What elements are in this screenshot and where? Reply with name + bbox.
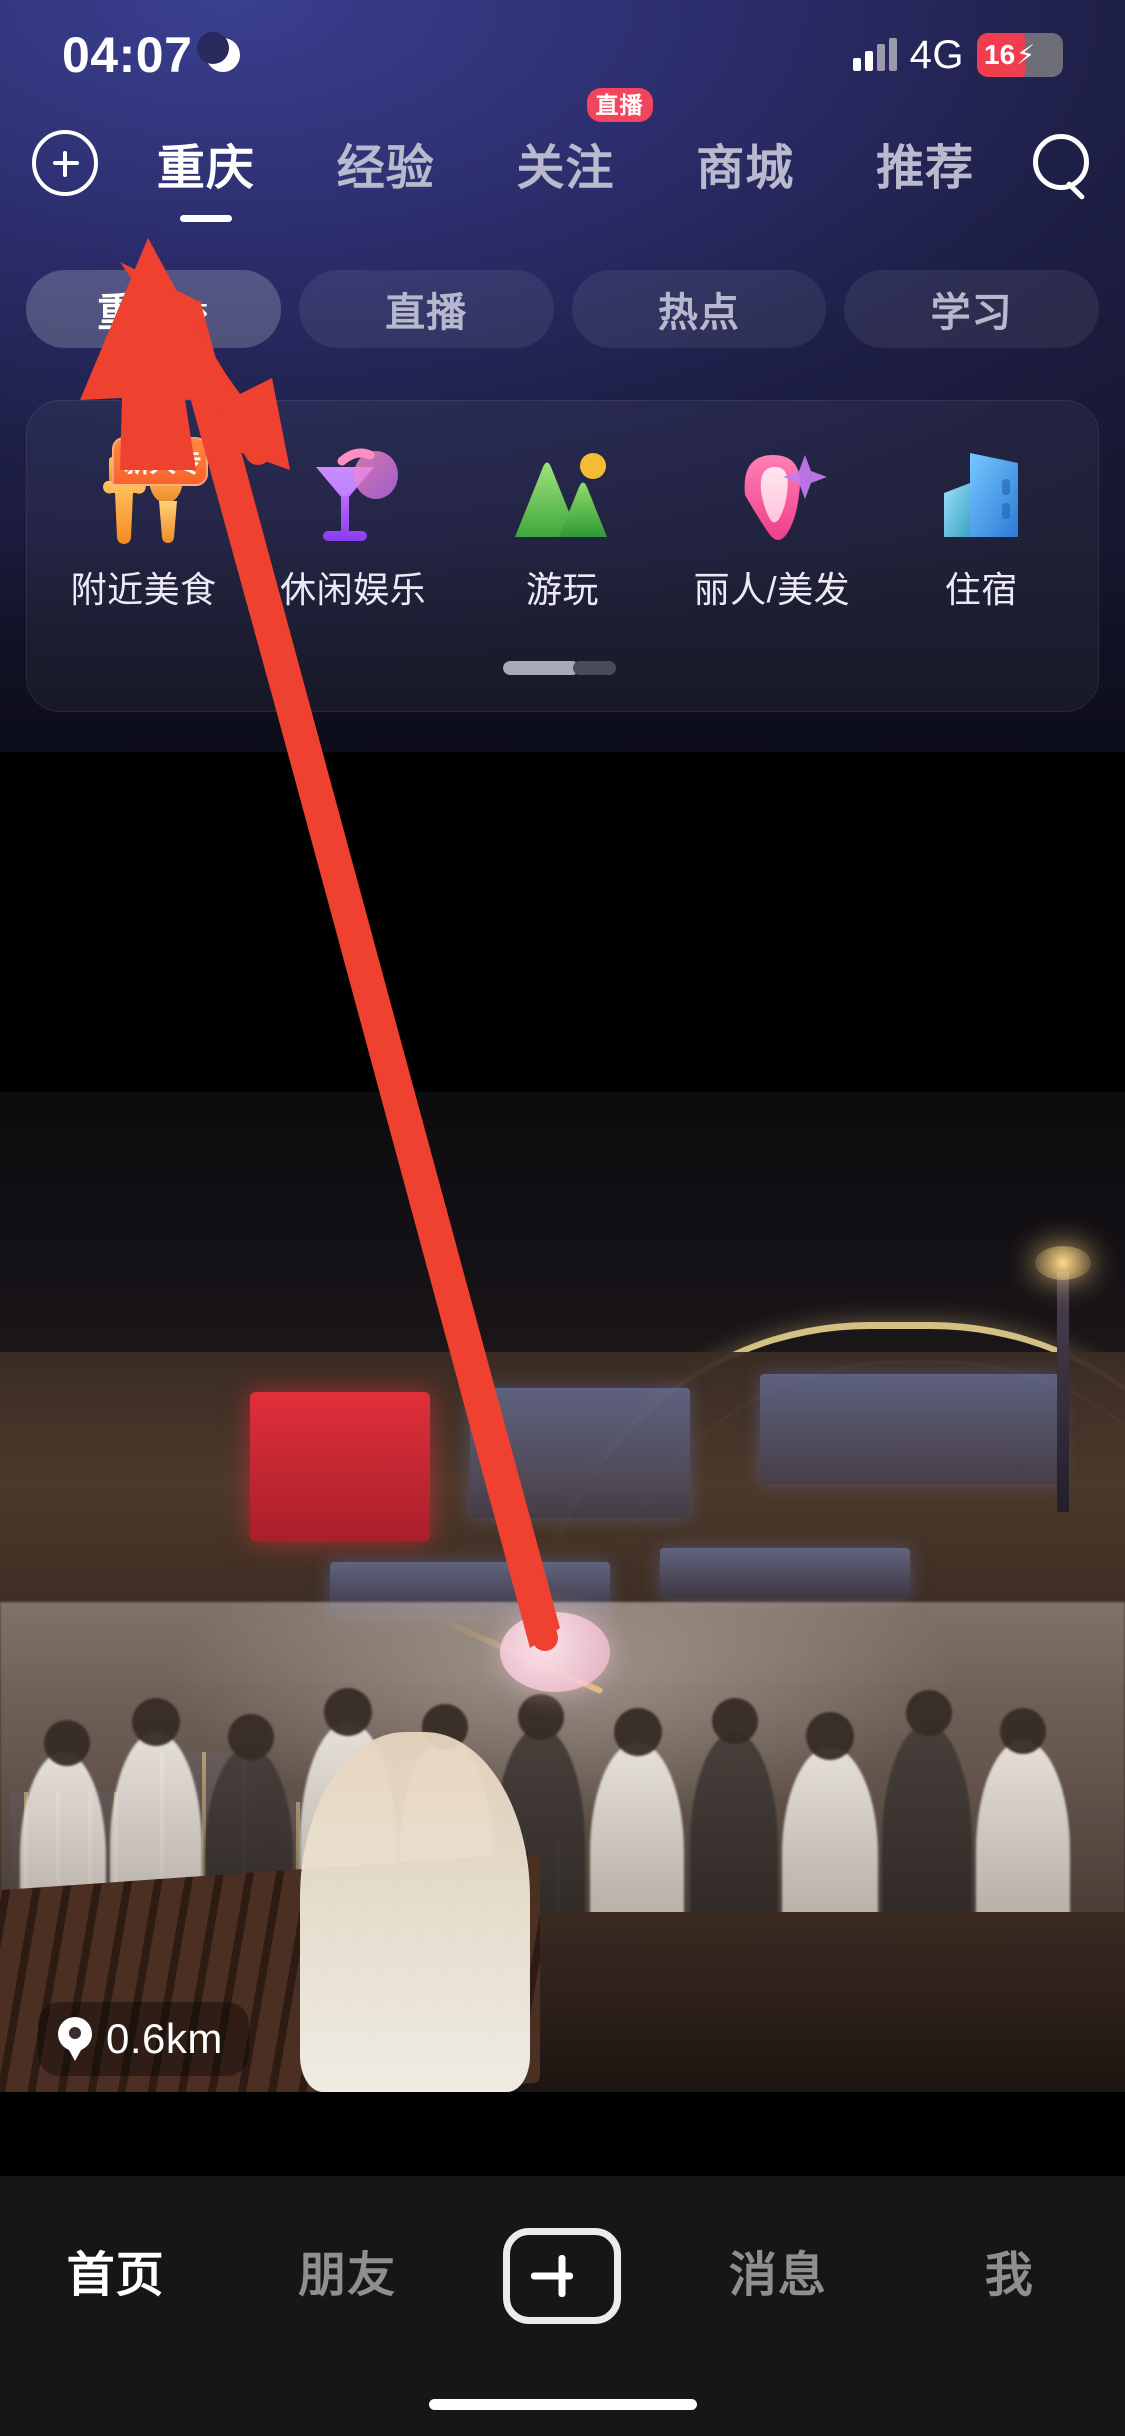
category-hotel[interactable]: 住宿 bbox=[891, 441, 1071, 613]
category-hotel-label: 住宿 bbox=[944, 569, 1018, 610]
location-pin-icon bbox=[58, 2017, 92, 2061]
tab-chongqing-label: 重庆 bbox=[156, 142, 255, 195]
battery-indicator: 16 ⚡ bbox=[977, 33, 1063, 77]
tab-mall[interactable]: 商城 bbox=[692, 128, 798, 198]
led-screen bbox=[760, 1374, 1060, 1484]
phone-screen: 04:07 4G 16 ⚡ 重庆 经验 关注 直播 商城 推荐 重庆 ⇆ 直播 … bbox=[0, 0, 1125, 2436]
bottom-nav-profile[interactable]: 我 bbox=[934, 2228, 1084, 2312]
signal-bars-icon bbox=[852, 38, 897, 71]
chip-chongqing-label: 重庆 bbox=[97, 291, 180, 335]
chip-chongqing[interactable]: 重庆 ⇆ bbox=[26, 270, 281, 348]
store-sign bbox=[660, 1548, 910, 1598]
page-indicator-active bbox=[502, 661, 580, 675]
category-page-indicator[interactable] bbox=[502, 661, 623, 675]
cotton-candy bbox=[500, 1612, 610, 1692]
category-nearby-food[interactable]: 新人专 附近美食 bbox=[54, 437, 234, 613]
chip-live-label: 直播 bbox=[385, 291, 468, 335]
chip-hot[interactable]: 热点 bbox=[571, 270, 827, 348]
hotel-building-icon bbox=[926, 441, 1036, 551]
new-user-badge: 新人专 bbox=[111, 437, 208, 486]
active-tab-underline bbox=[179, 215, 232, 222]
tab-chongqing[interactable]: 重庆 bbox=[153, 128, 259, 222]
bottom-navigation-bar: 首页 朋友 消息 我 bbox=[0, 2176, 1125, 2436]
cocktail-icon bbox=[298, 441, 408, 551]
video-letterbox-bottom bbox=[0, 2092, 1125, 2176]
category-card: 新人专 附近美食 休闲娱乐 游玩 丽人/美发 住宿 bbox=[26, 400, 1099, 712]
network-type-label: 4G bbox=[909, 32, 964, 77]
battery-percent-label: 16 bbox=[984, 39, 1016, 70]
tab-mall-label: 商城 bbox=[696, 142, 795, 195]
distance-label: 0.6km bbox=[106, 2015, 223, 2062]
led-screen bbox=[470, 1388, 690, 1518]
bottom-nav-create-button[interactable] bbox=[503, 2228, 622, 2324]
add-post-icon[interactable] bbox=[32, 130, 98, 196]
top-navigation-bar: 重庆 经验 关注 直播 商城 推荐 bbox=[0, 88, 1125, 222]
category-row: 新人专 附近美食 休闲娱乐 游玩 丽人/美发 住宿 bbox=[27, 401, 1098, 613]
tab-recommend-label: 推荐 bbox=[876, 142, 975, 195]
tab-experience[interactable]: 经验 bbox=[333, 128, 439, 198]
category-beauty-label: 丽人/美发 bbox=[693, 569, 851, 610]
chip-study[interactable]: 学习 bbox=[844, 270, 1099, 348]
status-time: 04:07 bbox=[62, 27, 193, 83]
tab-recommend[interactable]: 推荐 bbox=[872, 128, 978, 198]
chip-study-label: 学习 bbox=[930, 291, 1013, 335]
chip-hot-label: 热点 bbox=[657, 291, 740, 335]
status-bar-right: 4G 16 ⚡ bbox=[852, 32, 1063, 78]
tab-following-label: 关注 bbox=[516, 142, 615, 195]
street-performer bbox=[300, 1732, 530, 2092]
chip-live[interactable]: 直播 bbox=[298, 270, 554, 348]
video-letterbox-top bbox=[0, 752, 1125, 1092]
bottom-nav-home[interactable]: 首页 bbox=[41, 2228, 191, 2312]
tab-following[interactable]: 关注 直播 bbox=[512, 88, 653, 198]
home-indicator bbox=[428, 2399, 697, 2410]
moon-icon bbox=[197, 32, 241, 72]
video-player[interactable]: 0.6km bbox=[0, 752, 1125, 2176]
search-icon[interactable] bbox=[1027, 130, 1093, 196]
category-beauty[interactable]: 丽人/美发 bbox=[682, 441, 862, 613]
status-bar-left: 04:07 bbox=[62, 27, 241, 83]
neon-sign bbox=[250, 1392, 430, 1542]
category-nearby-food-label: 附近美食 bbox=[70, 569, 217, 610]
swap-city-icon: ⇆ bbox=[183, 292, 210, 326]
nav-tab-list: 重庆 经验 关注 直播 商城 推荐 bbox=[116, 88, 1015, 222]
mountain-icon bbox=[507, 441, 617, 551]
charging-bolt-icon: ⚡ bbox=[1016, 39, 1036, 70]
bottom-nav-friends[interactable]: 朋友 bbox=[272, 2228, 422, 2312]
video-frame bbox=[0, 1092, 1125, 2092]
category-entertainment-label: 休闲娱乐 bbox=[280, 569, 427, 610]
tab-experience-label: 经验 bbox=[336, 142, 435, 195]
beauty-icon bbox=[717, 441, 827, 551]
category-travel[interactable]: 游玩 bbox=[472, 441, 652, 613]
street-lamp bbox=[1035, 1246, 1091, 1512]
filter-chip-row: 重庆 ⇆ 直播 热点 学习 bbox=[0, 270, 1125, 348]
category-travel-label: 游玩 bbox=[525, 569, 599, 610]
page-indicator-inactive bbox=[573, 661, 617, 675]
bottom-nav-messages[interactable]: 消息 bbox=[703, 2228, 853, 2312]
status-bar: 04:07 4G 16 ⚡ bbox=[0, 0, 1125, 110]
distance-badge[interactable]: 0.6km bbox=[38, 2002, 249, 2076]
category-entertainment[interactable]: 休闲娱乐 bbox=[263, 441, 443, 613]
